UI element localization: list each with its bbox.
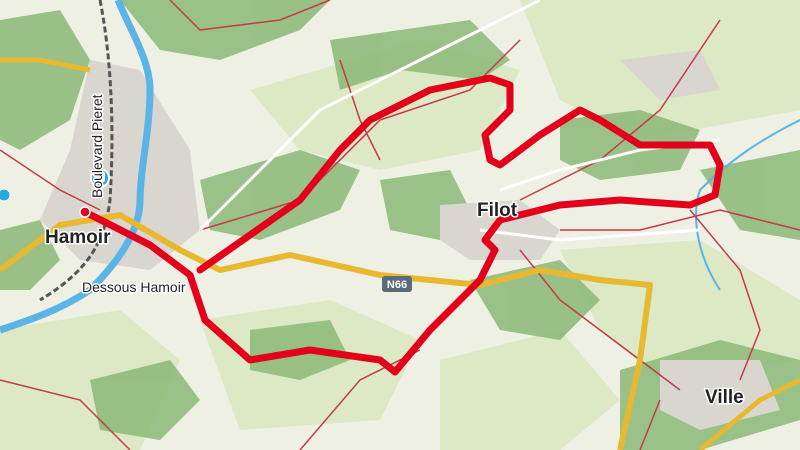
- place-label-ville: Ville: [705, 387, 744, 408]
- route-start-icon[interactable]: [79, 206, 91, 218]
- svg-text:N66: N66: [387, 279, 407, 291]
- place-label-dessous-hamoir: Dessous Hamoir: [82, 279, 186, 295]
- info-icon[interactable]: [0, 188, 11, 202]
- topo-map[interactable]: N66 Hamoir Dessous Hamoir Filot Ville Bo…: [0, 0, 800, 450]
- street-label-boulevard: Boulevard Pieret: [89, 94, 105, 198]
- place-label-hamoir: Hamoir: [45, 227, 111, 248]
- place-label-filot: Filot: [477, 200, 518, 221]
- road-shield-n66: N66: [382, 276, 412, 292]
